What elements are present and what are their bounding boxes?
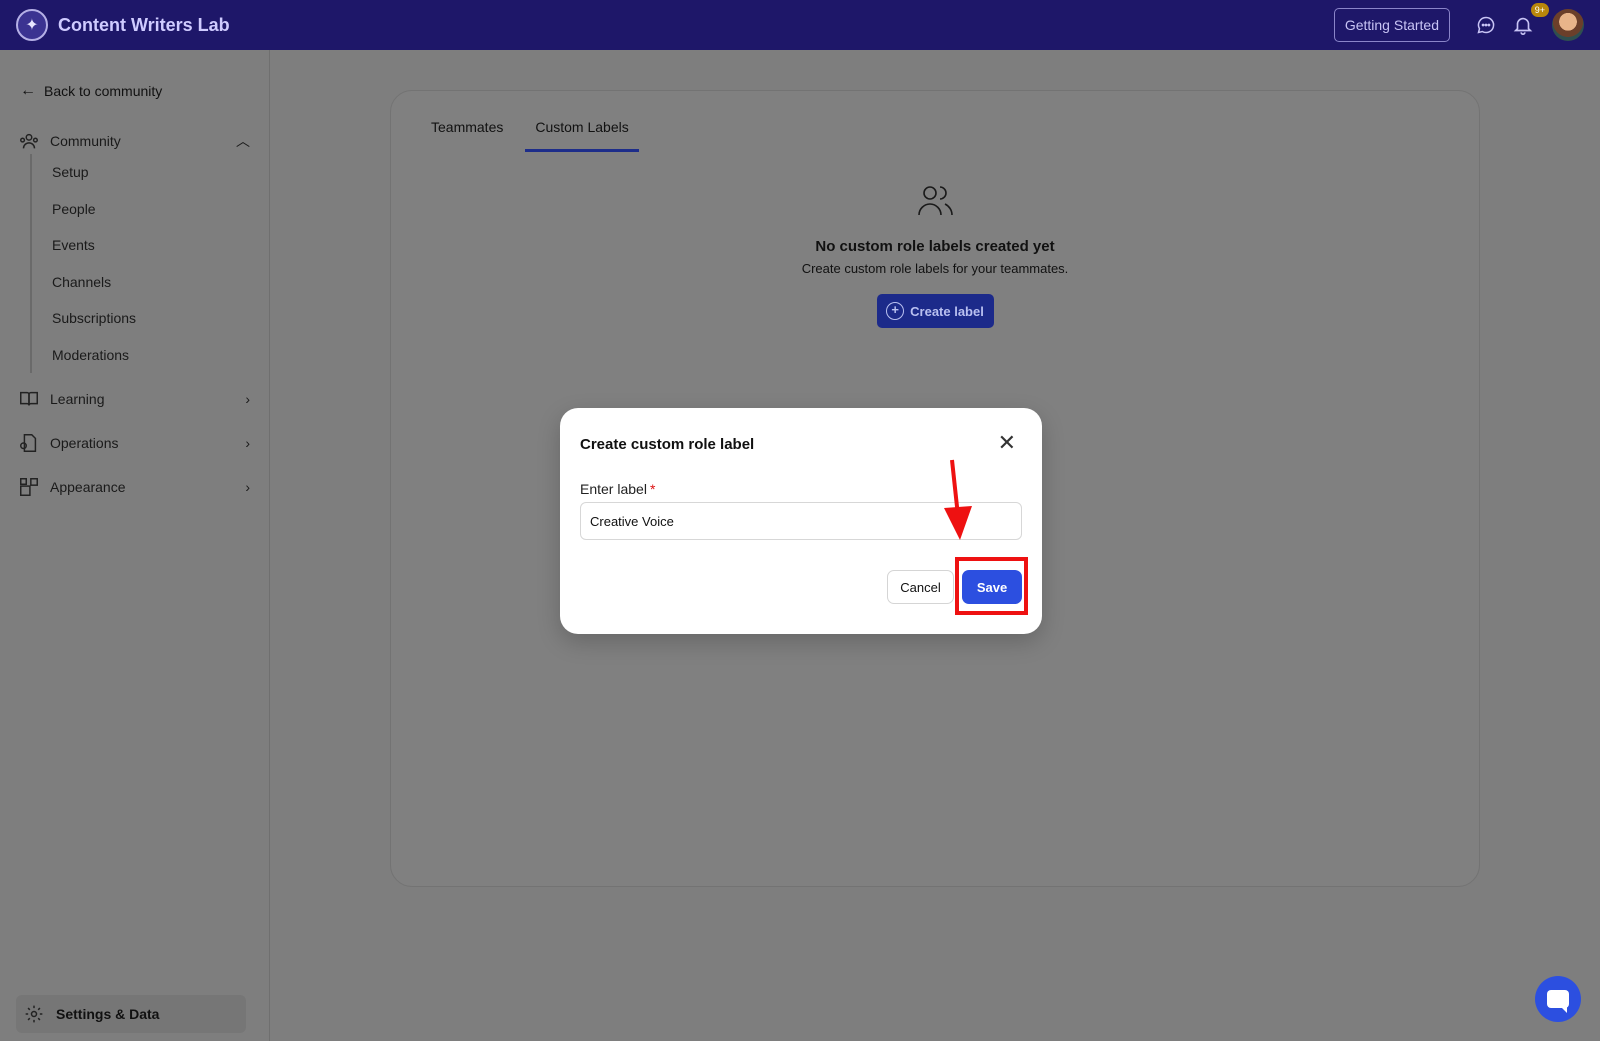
close-icon[interactable]: ✕ — [998, 432, 1016, 454]
annotation-arrow-icon — [944, 459, 972, 540]
sidebar-subitem-people[interactable]: People — [32, 191, 230, 228]
label-field-label: Enter label * — [580, 481, 655, 497]
operations-icon — [20, 434, 37, 452]
community-icon — [20, 133, 38, 149]
back-to-community-link[interactable]: ← Back to community — [20, 82, 162, 100]
empty-state: No custom role labels created yet Create… — [391, 181, 1479, 328]
chevron-right-icon[interactable]: › — [245, 391, 250, 407]
settings-label: Settings & Data — [56, 1006, 160, 1022]
sidebar-item-label: Learning — [50, 391, 105, 407]
arrow-left-icon: ← — [20, 82, 36, 99]
notification-badge: 9+ — [1529, 2, 1550, 18]
create-label-button[interactable]: + Create label — [876, 294, 994, 328]
people-icon — [918, 186, 953, 216]
top-bar: ✦ Content Writers Lab Getting Started 9+ — [0, 0, 1600, 50]
create-label-text: Create label — [910, 303, 984, 319]
tab-teammates[interactable]: Teammates — [421, 113, 513, 152]
bell-icon — [1513, 17, 1533, 35]
chevron-up-icon[interactable]: ︿ — [236, 131, 250, 151]
sidebar-item-label: Operations — [50, 435, 119, 451]
empty-subtitle: Create custom role labels for your teamm… — [801, 261, 1069, 276]
chat-icon[interactable] — [1476, 15, 1496, 35]
sidebar-item-learning[interactable]: Learning › — [18, 388, 250, 410]
sidebar-item-label: Community — [50, 133, 121, 149]
plus-circle-icon: + — [886, 302, 905, 320]
sidebar-item-community[interactable]: Community ︿ — [18, 130, 250, 152]
notifications-button[interactable]: 9+ — [1512, 2, 1550, 36]
sidebar: ← Back to community Community ︿ Setup Pe… — [0, 50, 270, 1041]
appearance-icon — [20, 478, 38, 496]
user-avatar[interactable] — [1552, 9, 1584, 41]
app-logo-icon[interactable]: ✦ — [16, 9, 48, 41]
required-marker: * — [649, 481, 656, 497]
app-title[interactable]: Content Writers Lab — [58, 15, 230, 36]
community-subnav: Setup People Events Channels Subscriptio… — [30, 154, 230, 373]
settings-data-button[interactable]: Settings & Data — [16, 995, 246, 1033]
modal-title: Create custom role label — [580, 436, 755, 453]
cancel-button[interactable]: Cancel — [887, 570, 954, 604]
sidebar-item-label: Appearance — [50, 479, 126, 495]
chat-bubble-icon — [1547, 990, 1569, 1013]
book-icon — [20, 391, 38, 406]
empty-title: No custom role labels created yet — [815, 238, 1055, 255]
sidebar-subitem-events[interactable]: Events — [32, 227, 230, 264]
sidebar-subitem-setup[interactable]: Setup — [32, 154, 230, 191]
chevron-right-icon[interactable]: › — [245, 435, 250, 451]
chevron-right-icon[interactable]: › — [245, 479, 250, 495]
sidebar-item-appearance[interactable]: Appearance › — [18, 476, 250, 498]
support-chat-button[interactable] — [1535, 976, 1581, 1022]
save-highlight-box — [955, 557, 1028, 615]
back-label: Back to community — [44, 83, 163, 99]
tab-bar: Teammates Custom Labels — [421, 113, 651, 152]
getting-started-button[interactable]: Getting Started — [1333, 8, 1450, 42]
sidebar-subitem-moderations[interactable]: Moderations — [32, 337, 230, 374]
sidebar-subitem-channels[interactable]: Channels — [32, 264, 230, 301]
tab-custom-labels[interactable]: Custom Labels — [525, 113, 639, 152]
gear-icon — [25, 1005, 43, 1023]
sidebar-item-operations[interactable]: Operations › — [18, 432, 250, 454]
sidebar-subitem-subscriptions[interactable]: Subscriptions — [32, 300, 230, 337]
label-text: Enter label — [580, 481, 647, 497]
